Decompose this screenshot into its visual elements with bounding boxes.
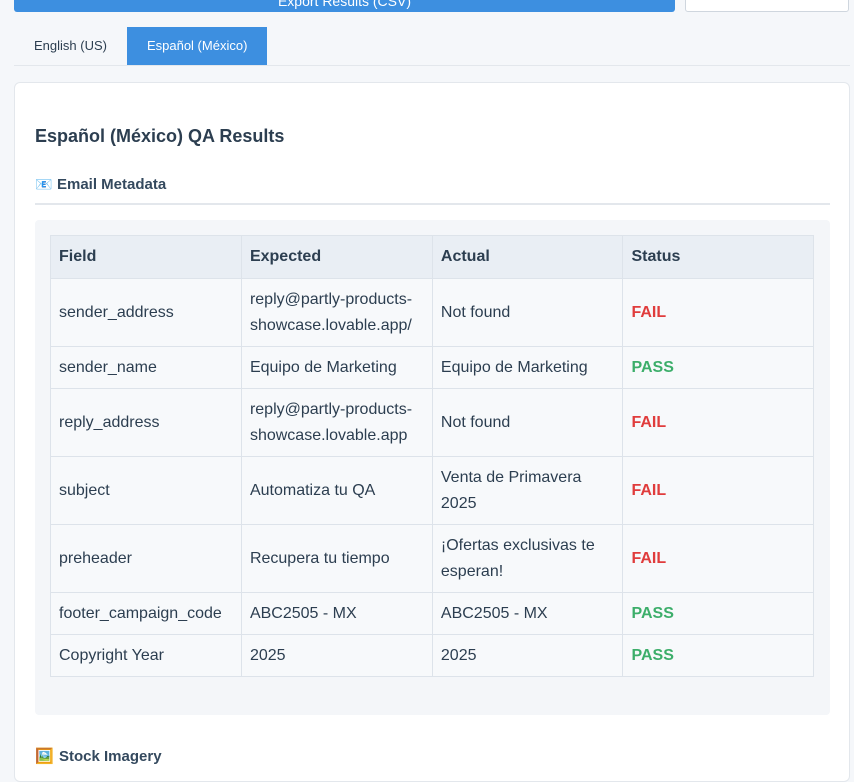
field-cell: sender_name [50, 346, 242, 389]
table-header-row: Field Expected Actual Status [50, 235, 814, 279]
actual-cell: Not found [431, 388, 624, 457]
results-card: Español (México) QA Results 📧 Email Metad… [14, 82, 850, 782]
expected-cell: Automatiza tu QA [240, 456, 433, 525]
field-cell: sender_address [50, 278, 242, 347]
expected-cell: reply@partly-products-showcase.lovable.a… [240, 278, 433, 347]
table-row: footer_campaign_code ABC2505 - MX ABC250… [50, 592, 814, 635]
status-badge: PASS [622, 634, 814, 677]
column-header-status: Status [622, 235, 814, 279]
image-icon: 🖼️ [35, 748, 54, 765]
expected-cell: reply@partly-products-showcase.lovable.a… [240, 388, 433, 457]
field-cell: preheader [50, 524, 242, 593]
actual-cell: ABC2505 - MX [431, 592, 624, 635]
expected-cell: 2025 [240, 634, 433, 677]
tab-english-us[interactable]: English (US) [14, 27, 127, 65]
actual-cell: Equipo de Marketing [431, 346, 624, 389]
export-pdf-button[interactable] [685, 0, 849, 12]
export-csv-button[interactable]: Export Results (CSV) [14, 0, 675, 12]
actual-cell: Venta de Primavera 2025 [431, 456, 624, 525]
field-cell: Copyright Year [50, 634, 242, 677]
actual-cell: ¡Ofertas exclusivas te esperan! [431, 524, 624, 593]
page-title: Español (México) QA Results [35, 126, 285, 146]
status-badge: FAIL [622, 456, 814, 525]
table-row: Copyright Year 2025 2025 PASS [50, 634, 814, 677]
column-header-field: Field [50, 235, 242, 279]
actual-cell: Not found [431, 278, 624, 347]
stock-imagery-header: 🖼️ Stock Imagery [35, 747, 162, 765]
section-label: Stock Imagery [59, 748, 162, 765]
status-badge: FAIL [622, 524, 814, 593]
field-cell: subject [50, 456, 242, 525]
status-badge: FAIL [622, 278, 814, 347]
table-row: sender_name Equipo de Marketing Equipo d… [50, 346, 814, 389]
expected-cell: Equipo de Marketing [240, 346, 433, 389]
expected-cell: ABC2505 - MX [240, 592, 433, 635]
status-badge: PASS [622, 592, 814, 635]
actual-cell: 2025 [431, 634, 624, 677]
status-badge: FAIL [622, 388, 814, 457]
table-row: sender_address reply@partly-products-sho… [50, 278, 814, 347]
field-cell: reply_address [50, 388, 242, 457]
metadata-table-container: Field Expected Actual Status sender_addr… [35, 220, 830, 715]
email-metadata-header: 📧 Email Metadata [35, 176, 830, 205]
column-header-expected: Expected [240, 235, 433, 279]
language-tabs: English (US) Español (México) [14, 27, 850, 66]
table-row: preheader Recupera tu tiempo ¡Ofertas ex… [50, 524, 814, 593]
status-badge: PASS [622, 346, 814, 389]
email-icon: 📧 [35, 176, 53, 192]
column-header-actual: Actual [431, 235, 624, 279]
tab-espanol-mexico[interactable]: Español (México) [126, 27, 268, 65]
table-row: subject Automatiza tu QA Venta de Primav… [50, 456, 814, 525]
expected-cell: Recupera tu tiempo [240, 524, 433, 593]
metadata-table: Field Expected Actual Status sender_addr… [50, 235, 814, 677]
top-action-bar: Export Results (CSV) [0, 0, 854, 14]
field-cell: footer_campaign_code [50, 592, 242, 635]
table-row: reply_address reply@partly-products-show… [50, 388, 814, 457]
section-label: Email Metadata [57, 176, 167, 193]
